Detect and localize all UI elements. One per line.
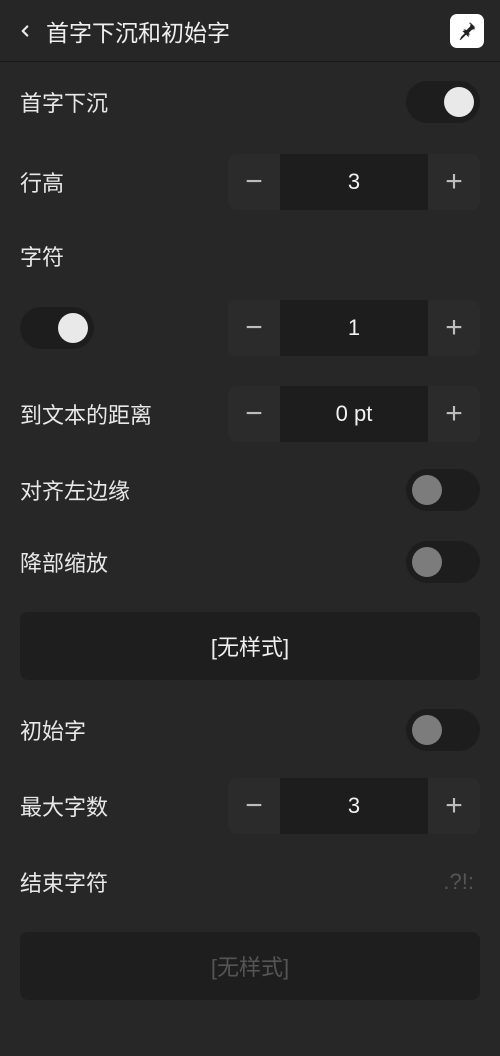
max-chars-label: 最大字数	[20, 790, 108, 822]
plus-button[interactable]: +	[428, 300, 480, 356]
style-value: [无样式]	[211, 630, 289, 662]
line-height-stepper: − 3 +	[228, 154, 480, 210]
plus-button[interactable]: +	[428, 154, 480, 210]
content: 首字下沉 行高 − 3 + 字符 − 1 + 到文本的距离 − 0 pt + 对…	[0, 62, 500, 1000]
line-height-value[interactable]: 3	[280, 154, 428, 210]
align-left-label: 对齐左边缘	[20, 474, 130, 506]
minus-button[interactable]: −	[228, 386, 280, 442]
initial-label: 初始字	[20, 714, 86, 746]
plus-button[interactable]: +	[428, 386, 480, 442]
minus-button[interactable]: −	[228, 300, 280, 356]
max-chars-stepper: − 3 +	[228, 778, 480, 834]
chars-label: 字符	[20, 222, 480, 282]
distance-stepper: − 0 pt +	[228, 386, 480, 442]
pin-icon	[456, 20, 478, 42]
chars-row: − 1 +	[20, 282, 480, 374]
end-chars-row: 结束字符 .?!:	[20, 846, 480, 918]
chars-value[interactable]: 1	[280, 300, 428, 356]
header-left: 首字下沉和初始字	[16, 14, 230, 48]
distance-row: 到文本的距离 − 0 pt +	[20, 374, 480, 454]
align-left-row: 对齐左边缘	[20, 454, 480, 526]
minus-button[interactable]: −	[228, 154, 280, 210]
style-value: [无样式]	[211, 950, 289, 982]
style-dropdown-2[interactable]: [无样式]	[20, 932, 480, 1000]
pin-button[interactable]	[450, 14, 484, 48]
initial-row: 初始字	[20, 694, 480, 766]
align-left-toggle[interactable]	[406, 469, 480, 511]
toggle-knob	[412, 547, 442, 577]
max-chars-value[interactable]: 3	[280, 778, 428, 834]
end-chars-placeholder[interactable]: .?!:	[443, 869, 474, 895]
end-chars-label: 结束字符	[20, 866, 108, 898]
distance-value[interactable]: 0 pt	[280, 386, 428, 442]
toggle-knob	[412, 475, 442, 505]
plus-button[interactable]: +	[428, 778, 480, 834]
header: 首字下沉和初始字	[0, 0, 500, 62]
distance-label: 到文本的距离	[20, 398, 152, 430]
toggle-knob	[444, 87, 474, 117]
drop-cap-toggle[interactable]	[406, 81, 480, 123]
chars-stepper: − 1 +	[228, 300, 480, 356]
toggle-knob	[412, 715, 442, 745]
descender-scale-label: 降部缩放	[20, 546, 108, 578]
line-height-label: 行高	[20, 166, 64, 198]
page-title: 首字下沉和初始字	[46, 14, 230, 48]
initial-toggle[interactable]	[406, 709, 480, 751]
descender-scale-toggle[interactable]	[406, 541, 480, 583]
toggle-knob	[58, 313, 88, 343]
chars-toggle[interactable]	[20, 307, 94, 349]
descender-scale-row: 降部缩放	[20, 526, 480, 598]
minus-button[interactable]: −	[228, 778, 280, 834]
style-dropdown-1[interactable]: [无样式]	[20, 612, 480, 680]
drop-cap-row: 首字下沉	[20, 62, 480, 142]
line-height-row: 行高 − 3 +	[20, 142, 480, 222]
drop-cap-label: 首字下沉	[20, 86, 108, 118]
max-chars-row: 最大字数 − 3 +	[20, 766, 480, 846]
back-icon[interactable]	[16, 22, 34, 40]
